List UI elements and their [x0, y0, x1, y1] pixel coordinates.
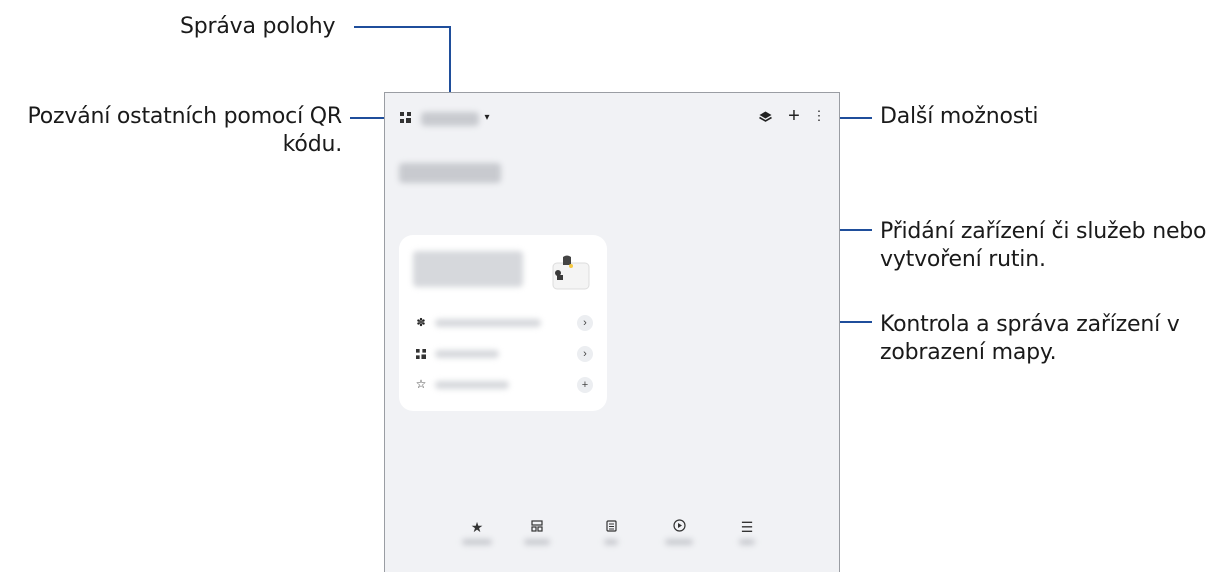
callout-map-view: Kontrola a správa zařízení v zobrazení m…: [880, 311, 1180, 367]
card-illustration: [549, 253, 595, 291]
callout-add-line2: vytvoření rutin.: [880, 247, 1046, 272]
card-title-blurred: [413, 251, 523, 287]
list-item-label-blurred: [435, 350, 499, 358]
location-name-blurred[interactable]: [421, 112, 479, 126]
nav-label-blurred: [665, 539, 693, 545]
star-icon: ☆: [415, 377, 427, 391]
routines-icon: [672, 519, 686, 535]
nav-label-blurred: [462, 539, 492, 545]
leader-location-h: [354, 26, 451, 28]
nav-devices[interactable]: [517, 519, 557, 545]
callout-qr-invite-line2: kódu.: [282, 132, 343, 157]
nav-favorites[interactable]: ★: [457, 519, 497, 545]
list-item-label-blurred: [435, 381, 509, 389]
callout-add-devices: Přidání zařízení či služeb nebo vytvořen…: [880, 218, 1207, 274]
list-item-label-blurred: [435, 319, 541, 327]
chevron-right-icon[interactable]: ›: [577, 346, 593, 362]
callout-more-options: Další možnosti: [880, 104, 1039, 129]
list-item[interactable]: ✽ ›: [399, 313, 607, 335]
plus-icon[interactable]: +: [577, 377, 593, 393]
caret-down-icon[interactable]: ▾: [482, 110, 492, 124]
qr-code-icon[interactable]: [399, 111, 411, 123]
callout-map-line2: zobrazení mapy.: [880, 340, 1057, 365]
callout-map-line1: Kontrola a správa zařízení v: [880, 312, 1180, 337]
menu-icon: ☰: [740, 519, 754, 535]
callout-add-line1: Přidání zařízení či služeb nebo: [880, 219, 1207, 244]
welcome-card: ✽ › › ☆ +: [399, 235, 607, 411]
life-icon: [605, 519, 617, 535]
callout-qr-invite: Pozvání ostatních pomocí QR kódu.: [0, 103, 342, 159]
nav-menu[interactable]: ☰: [727, 519, 767, 545]
nav-label-blurred: [739, 539, 755, 545]
fan-icon: ✽: [416, 316, 426, 329]
callout-location-management: Správa polohy: [180, 14, 336, 39]
list-item[interactable]: ☆ +: [399, 375, 607, 397]
plus-icon[interactable]: +: [785, 105, 803, 127]
devices-icon: [531, 519, 543, 535]
map-view-icon[interactable]: [758, 110, 772, 124]
nav-life[interactable]: [591, 519, 631, 545]
nav-label-blurred: [604, 539, 618, 545]
nav-label-blurred: [524, 539, 550, 545]
list-item[interactable]: ›: [399, 344, 607, 366]
callout-qr-invite-line1: Pozvání ostatních pomocí QR: [27, 104, 342, 129]
star-icon: ★: [470, 519, 484, 535]
qr-code-icon: [415, 348, 427, 360]
app-screen: ▾ + ⋮ ✽ › › ☆ + ★ ☰: [384, 92, 840, 572]
more-vertical-icon[interactable]: ⋮: [813, 108, 826, 124]
page-title-blurred: [399, 163, 501, 183]
chevron-right-icon[interactable]: ›: [577, 315, 593, 331]
nav-routines[interactable]: [659, 519, 699, 545]
